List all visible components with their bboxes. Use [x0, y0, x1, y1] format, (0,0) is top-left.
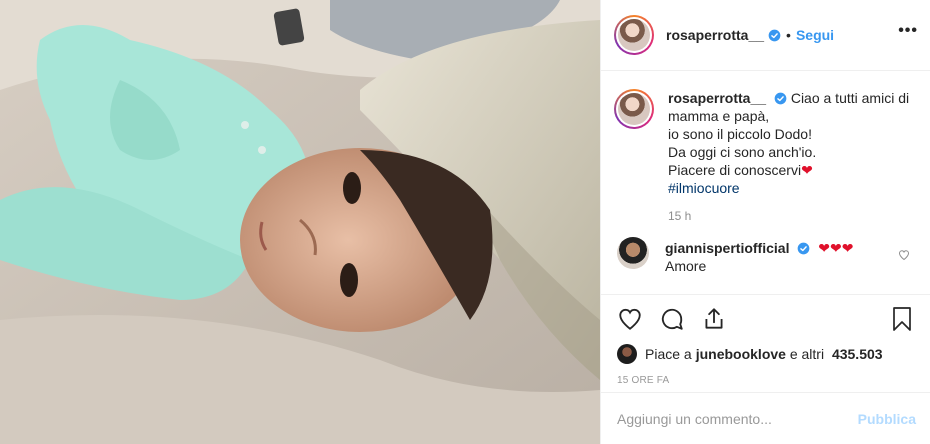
caption-author-avatar[interactable]: [614, 89, 654, 129]
verified-icon: [798, 242, 810, 255]
more-icon[interactable]: •••: [898, 23, 918, 39]
likes-middle: e altri: [785, 346, 828, 362]
heart-icon[interactable]: [617, 306, 643, 332]
separator-dot: •: [786, 27, 791, 43]
verified-icon: [768, 29, 781, 41]
caption-body: rosaperrotta__ Ciao a tutti amici di mam…: [668, 89, 909, 225]
caption-line: Da oggi ci sono anch'io.: [668, 144, 817, 160]
caption-author-username[interactable]: rosaperrotta__: [668, 90, 766, 106]
liker-username[interactable]: junebooklove: [696, 346, 786, 362]
share-icon[interactable]: [701, 306, 727, 332]
comment-hearts: ❤❤❤: [818, 240, 854, 256]
bookmark-icon[interactable]: [890, 306, 914, 332]
action-icons: [601, 295, 930, 343]
post-sidebar: rosaperrotta__ • Segui ••• rosaperrotta_…: [600, 0, 930, 444]
comment-input[interactable]: [617, 410, 858, 427]
caption-timestamp[interactable]: 15 h: [668, 207, 909, 225]
author-username[interactable]: rosaperrotta__: [666, 27, 764, 43]
likes-summary[interactable]: Piace a junebooklove e altri 435.503: [601, 343, 930, 365]
follow-button[interactable]: Segui: [796, 27, 834, 43]
red-heart-emoji: ❤: [801, 162, 813, 178]
commenter-avatar[interactable]: [617, 237, 649, 269]
caption-line: mamma e papà,: [668, 108, 770, 124]
caption-line: Piacere di conoscervi: [668, 162, 802, 178]
post-caption: rosaperrotta__ Ciao a tutti amici di mam…: [601, 71, 930, 225]
add-comment-bar: Pubblica: [601, 392, 930, 444]
publish-button[interactable]: Pubblica: [858, 411, 916, 427]
post-timestamp[interactable]: 15 ORE FA: [601, 375, 930, 386]
commenter-username[interactable]: giannispertiofficial: [665, 240, 789, 256]
verified-icon: [774, 92, 787, 105]
caption-line: Ciao a tutti amici di: [790, 90, 910, 106]
post-photo[interactable]: [0, 0, 600, 444]
likes-prefix: Piace a: [645, 346, 692, 362]
likes-count[interactable]: 435.503: [832, 346, 883, 362]
comment-body: giannispertiofficial ❤❤❤ Amore: [665, 237, 853, 275]
like-comment-heart-icon[interactable]: [898, 249, 910, 261]
comment-text: Amore: [665, 258, 707, 274]
baby-photo-illustration: [0, 0, 600, 444]
post-header: rosaperrotta__ • Segui •••: [601, 0, 930, 71]
author-avatar[interactable]: [614, 15, 654, 55]
liker-avatar[interactable]: [617, 344, 637, 364]
comment-icon[interactable]: [659, 306, 685, 332]
comment-item: giannispertiofficial ❤❤❤ Amore: [601, 225, 930, 275]
hashtag-link[interactable]: #ilmiocuore: [668, 179, 909, 197]
caption-line: io sono il piccolo Dodo!: [668, 126, 812, 142]
